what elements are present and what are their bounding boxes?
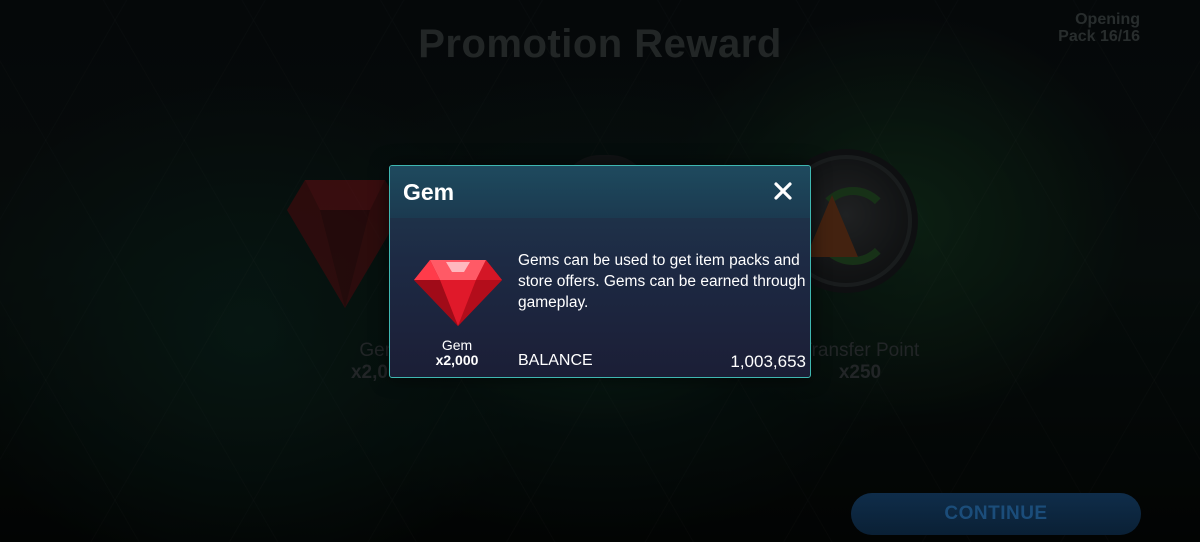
item-info-dialog: Gem Gem x2,000 Gems can be used to get i… xyxy=(389,165,811,378)
balance-label: BALANCE xyxy=(518,352,593,369)
balance-value: 1,003,653 xyxy=(730,352,806,371)
item-name: Gem xyxy=(441,337,473,353)
item-quantity: x2,000 xyxy=(435,352,479,368)
dialog-title: Gem xyxy=(403,179,455,205)
gem-icon xyxy=(414,260,502,326)
close-button[interactable] xyxy=(768,176,798,206)
continue-button[interactable]: CONTINUE xyxy=(851,493,1141,535)
game-screen: Promotion Reward Opening Pack 16/16 Gem … xyxy=(0,0,1200,542)
item-description: Gems can be used to get item packs and s… xyxy=(518,252,806,311)
close-icon xyxy=(774,182,792,200)
